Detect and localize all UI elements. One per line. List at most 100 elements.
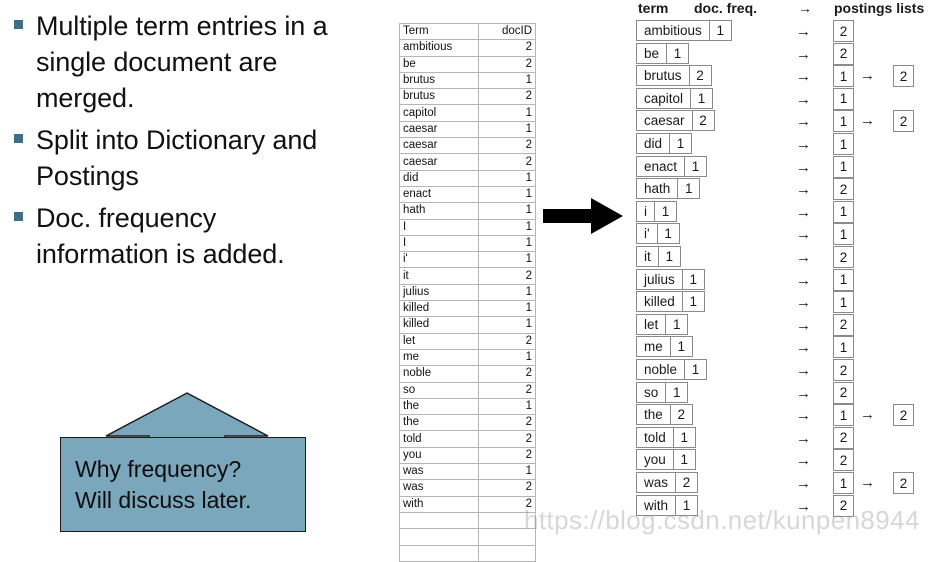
- cell-docid: 1: [478, 316, 536, 334]
- cell-docid: 2: [478, 381, 536, 399]
- cell-term: let: [398, 332, 480, 350]
- dictionary-entry-row: noble 1 → 2: [630, 359, 929, 382]
- table-row: killed 1: [398, 300, 536, 318]
- dictionary-entry-row: it 1 → 2: [630, 246, 929, 269]
- cell-docid: 2: [478, 479, 536, 497]
- cell-docid: 1: [478, 120, 536, 139]
- row-arrow-icon: →: [796, 90, 811, 108]
- dictionary-entry: hath 1: [636, 178, 701, 200]
- posting-box: 1: [833, 268, 854, 291]
- table-row: [398, 544, 536, 562]
- cell-docid: 2: [478, 88, 536, 106]
- cell-docid: 2: [478, 39, 536, 57]
- dictionary-doc-freq: 1: [654, 201, 676, 221]
- dictionary-term: the: [644, 407, 663, 423]
- cell-docid: 2: [478, 495, 536, 513]
- cell-term: i': [398, 251, 480, 269]
- cell-term: I: [398, 234, 480, 253]
- bullet-list: Multiple term entries in a single docume…: [0, 8, 372, 278]
- dictionary-term: me: [644, 339, 663, 355]
- dictionary-entry: ambitious 1: [636, 20, 732, 41]
- table-row: ambitious 2: [398, 39, 536, 57]
- term-docid-table: Term docID ambitious 2 be 2 brutus 1 brutus 2 capi…: [398, 22, 536, 562]
- table-row: was 2: [398, 479, 536, 497]
- table-row: was 1: [398, 463, 536, 481]
- list-item: Doc. frequency information is added.: [0, 200, 372, 272]
- row-arrow-icon: →: [796, 294, 811, 312]
- table-row: caesar 2: [398, 153, 536, 171]
- cell-term: so: [398, 381, 480, 399]
- table-row: me 1: [398, 348, 536, 367]
- cell-docid: [478, 511, 536, 530]
- dictionary-term: hath: [644, 181, 671, 197]
- posting-box: 2: [833, 313, 854, 336]
- table-row: noble 2: [398, 365, 536, 383]
- posting-box: 2: [893, 65, 914, 88]
- row-arrow-icon: →: [796, 113, 811, 131]
- table-row: with 2: [398, 495, 536, 513]
- cell-term: killed: [398, 300, 480, 318]
- dictionary-entry: told 1: [636, 426, 696, 448]
- dictionary-term: did: [644, 136, 663, 151]
- dictionary-doc-freq: 1: [672, 427, 695, 447]
- dictionary-entry: was 2: [636, 472, 699, 493]
- header-term: term: [638, 0, 669, 16]
- cell-docid: 1: [478, 202, 536, 220]
- posting-box: 2: [893, 110, 914, 133]
- dictionary-entry-row: enact 1 → 1: [630, 155, 929, 179]
- table-row: caesar 2: [398, 137, 536, 155]
- dictionary-doc-freq: 1: [684, 156, 706, 176]
- cell-term: capitol: [398, 104, 480, 122]
- table-row: i' 1: [398, 251, 536, 269]
- cell-term: enact: [398, 185, 480, 204]
- row-arrow-icon: →: [796, 158, 811, 176]
- cell-docid: 2: [478, 365, 536, 383]
- table-row: I1: [398, 234, 536, 253]
- cell-term: the: [398, 397, 480, 416]
- posting-box: 2: [893, 472, 914, 494]
- cell-docid: 2: [478, 446, 536, 465]
- dictionary-entry: did 1: [636, 133, 693, 154]
- cell-docid: 1: [478, 169, 536, 187]
- dictionary-doc-freq: 1: [708, 21, 731, 40]
- cell-docid: 2: [478, 267, 536, 285]
- cell-term: with: [398, 495, 480, 513]
- dictionary-doc-freq: 1: [675, 495, 697, 515]
- dictionary-doc-freq: 1: [681, 269, 704, 289]
- cell-term: told: [398, 430, 480, 448]
- cell-docid: 1: [478, 185, 536, 204]
- posting-box: 1: [833, 87, 854, 110]
- dictionary-doc-freq: 1: [690, 88, 712, 108]
- table-row: julius 1: [398, 283, 536, 302]
- cell-term: brutus: [398, 71, 480, 90]
- cell-docid: 1: [478, 218, 536, 236]
- dictionary-entry-row: brutus 2 → 1 2 →: [630, 65, 929, 88]
- dictionary-entry-row: did 1 → 1: [630, 133, 929, 156]
- dictionary-entry-row: capitol 1 → 1: [630, 87, 929, 111]
- table-row: let 2: [398, 332, 536, 350]
- posting-box: 1: [833, 223, 854, 246]
- dictionary-entry-row: be 1 → 2: [630, 42, 929, 66]
- posting-box: 2: [833, 42, 854, 65]
- dictionary-term: was: [644, 475, 669, 490]
- row-arrow-icon: →: [796, 23, 811, 40]
- dictionary-entry-row: let 1 → 2: [630, 313, 929, 337]
- list-item: Multiple term entries in a single docume…: [0, 8, 372, 116]
- right-arrow-icon: [543, 198, 623, 234]
- cell-term: was: [398, 463, 480, 481]
- table-row: enact 1: [398, 185, 536, 204]
- table-row: [398, 511, 536, 530]
- dictionary-term: brutus: [644, 68, 682, 84]
- table-row: caesar 1: [398, 120, 536, 139]
- dictionary-doc-freq: 1: [657, 247, 680, 266]
- dictionary-doc-freq: 1: [665, 314, 687, 334]
- posting-box: 1: [833, 65, 854, 88]
- cell-docid: 1: [478, 251, 536, 269]
- cell-term: me: [398, 348, 480, 367]
- table-body: Term docID ambitious 2 be 2 brutus 1 brutus 2 capi…: [398, 22, 536, 562]
- cell-docid: 1: [478, 348, 536, 367]
- dictionary-term: i: [644, 203, 647, 219]
- cell-docid: 2: [478, 153, 536, 171]
- cell-term: hath: [398, 202, 480, 220]
- dictionary-doc-freq: 1: [656, 224, 679, 244]
